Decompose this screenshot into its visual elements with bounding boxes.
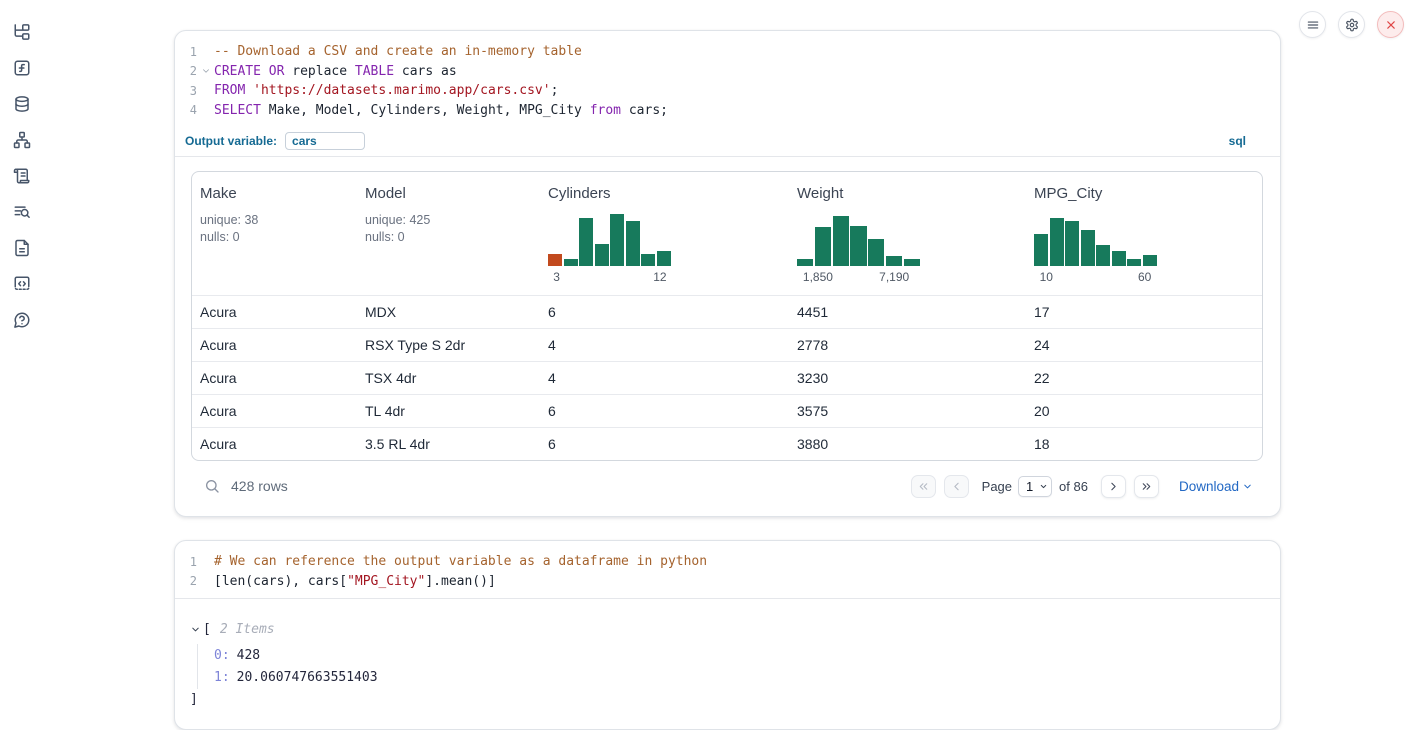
column-header-cylinders: Cylinders 3 12 (540, 185, 789, 285)
pagination: Page 1 of 86 Download (911, 475, 1253, 498)
chevrons-left-icon (917, 480, 930, 493)
column-title[interactable]: Model (365, 185, 540, 202)
axis-max-label: 60 (1138, 270, 1151, 284)
axis-max-label: 12 (653, 270, 666, 284)
page-total: of 86 (1059, 479, 1088, 494)
axis-min-label: 10 (1040, 270, 1053, 284)
download-button[interactable]: Download (1179, 479, 1253, 494)
table-row: Acura MDX 6 4451 17 (192, 295, 1262, 328)
page-number-select[interactable]: 1 (1018, 476, 1052, 497)
page-label: Page (982, 479, 1012, 494)
shutdown-close-icon[interactable] (1377, 11, 1404, 38)
table-footer: 428 rows Page 1 of 86 (191, 464, 1263, 508)
code-line: 2 CREATE OR replace TABLE cars as (175, 62, 1280, 82)
chevron-left-icon (950, 480, 963, 493)
column-title[interactable]: Weight (797, 185, 1026, 202)
line-number: 3 (175, 84, 197, 98)
code-snippet-icon[interactable] (12, 275, 32, 293)
chevron-down-icon (1242, 481, 1253, 492)
table-output-area: Make unique: 38 nulls: 0 Model unique: 4… (175, 157, 1280, 516)
line-number: 1 (175, 45, 197, 59)
open-bracket: [ (203, 622, 211, 637)
python-cell: 1 # We can reference the output variable… (174, 540, 1281, 730)
weight-histogram (797, 214, 920, 266)
output-variable-input[interactable] (285, 132, 365, 150)
column-header-weight: Weight 1,850 7,190 (789, 185, 1026, 285)
axis-min-label: 1,850 (803, 270, 833, 284)
sql-cell: 1 -- Download a CSV and create an in-mem… (174, 30, 1281, 517)
line-number: 4 (175, 103, 197, 117)
item-value: 428 (237, 648, 260, 663)
code-line: 3 FROM 'https://datasets.marimo.app/cars… (175, 81, 1280, 101)
first-page-button[interactable] (911, 475, 936, 498)
list-item: 1: 20.060747663551403 (214, 667, 1264, 690)
column-title[interactable]: Cylinders (548, 185, 789, 202)
chevron-right-icon (1107, 480, 1120, 493)
scroll-text-icon[interactable] (12, 167, 32, 185)
code-line: 1 -- Download a CSV and create an in-mem… (175, 42, 1280, 62)
next-page-button[interactable] (1101, 475, 1126, 498)
item-value: 20.060747663551403 (237, 670, 378, 685)
code-line: 1 # We can reference the output variable… (175, 552, 1280, 572)
python-comment: # We can reference the output variable a… (214, 554, 707, 569)
output-variable-row: Output variable: sql (175, 128, 1280, 156)
column-unique-stat: unique: 38 (200, 212, 357, 229)
items-count-label: 2 Items (220, 622, 275, 637)
column-header-make: Make unique: 38 nulls: 0 (192, 185, 357, 285)
help-circle-icon[interactable] (12, 311, 32, 329)
python-code-editor[interactable]: 1 # We can reference the output variable… (175, 541, 1280, 598)
helper-panel-sidebar (0, 0, 44, 729)
file-tree-icon[interactable] (12, 23, 32, 41)
table-row: Acura TL 4dr 6 3575 20 (192, 394, 1262, 427)
chevron-down-icon (1039, 482, 1048, 491)
mpg-city-histogram (1034, 214, 1157, 266)
row-count: 428 rows (231, 478, 288, 494)
notebook-cells: 1 -- Download a CSV and create an in-mem… (174, 30, 1281, 730)
dependency-network-icon[interactable] (12, 131, 32, 149)
line-number: 1 (175, 555, 197, 569)
previous-page-button[interactable] (944, 475, 969, 498)
line-number: 2 (175, 64, 197, 78)
database-icon[interactable] (12, 95, 32, 113)
list-item: 0: 428 (214, 644, 1264, 667)
table-row: Acura RSX Type S 2dr 4 2778 24 (192, 328, 1262, 361)
sql-comment: -- Download a CSV and create an in-memor… (214, 44, 582, 59)
settings-gear-icon[interactable] (1338, 11, 1365, 38)
axis-max-label: 7,190 (879, 270, 909, 284)
column-title[interactable]: MPG_City (1034, 185, 1262, 202)
column-header-model: Model unique: 425 nulls: 0 (357, 185, 540, 285)
chevrons-right-icon (1140, 480, 1153, 493)
axis-min-label: 3 (553, 270, 560, 284)
code-line: 4 SELECT Make, Model, Cylinders, Weight,… (175, 101, 1280, 121)
output-variable-label: Output variable: (185, 134, 277, 148)
column-unique-stat: unique: 425 (365, 212, 540, 229)
list-search-icon[interactable] (12, 203, 32, 221)
sql-code-editor[interactable]: 1 -- Download a CSV and create an in-mem… (175, 31, 1280, 128)
cylinders-histogram (548, 214, 671, 266)
collapse-chevron-icon[interactable] (190, 624, 201, 635)
close-bracket: ] (190, 689, 1264, 709)
sql-url-string: 'https://datasets.marimo.app/cars.csv' (253, 83, 550, 98)
file-text-icon[interactable] (12, 239, 32, 257)
menu-icon[interactable] (1299, 11, 1326, 38)
table-header: Make unique: 38 nulls: 0 Model unique: 4… (192, 172, 1262, 295)
fold-chevron-icon[interactable] (197, 66, 214, 76)
line-number: 2 (175, 574, 197, 588)
column-nulls-stat: nulls: 0 (365, 229, 540, 246)
data-table: Make unique: 38 nulls: 0 Model unique: 4… (191, 171, 1263, 461)
column-title[interactable]: Make (200, 185, 357, 202)
function-square-icon[interactable] (12, 59, 32, 77)
search-icon[interactable] (204, 478, 220, 494)
table-row: Acura TSX 4dr 4 3230 22 (192, 361, 1262, 394)
last-page-button[interactable] (1134, 475, 1159, 498)
column-nulls-stat: nulls: 0 (200, 229, 357, 246)
language-badge: sql (1229, 134, 1246, 148)
item-index: 1: (214, 670, 230, 685)
item-index: 0: (214, 648, 230, 663)
table-row: Acura 3.5 RL 4dr 6 3880 18 (192, 427, 1262, 460)
list-output-tree: [ 2 Items 0: 428 1: 20.060747663551403 ] (175, 599, 1280, 729)
code-line: 2 [len(cars), cars["MPG_City"].mean()] (175, 572, 1280, 592)
notebook-actions (1299, 11, 1404, 38)
column-header-mpg-city: MPG_City 10 60 (1026, 185, 1262, 285)
